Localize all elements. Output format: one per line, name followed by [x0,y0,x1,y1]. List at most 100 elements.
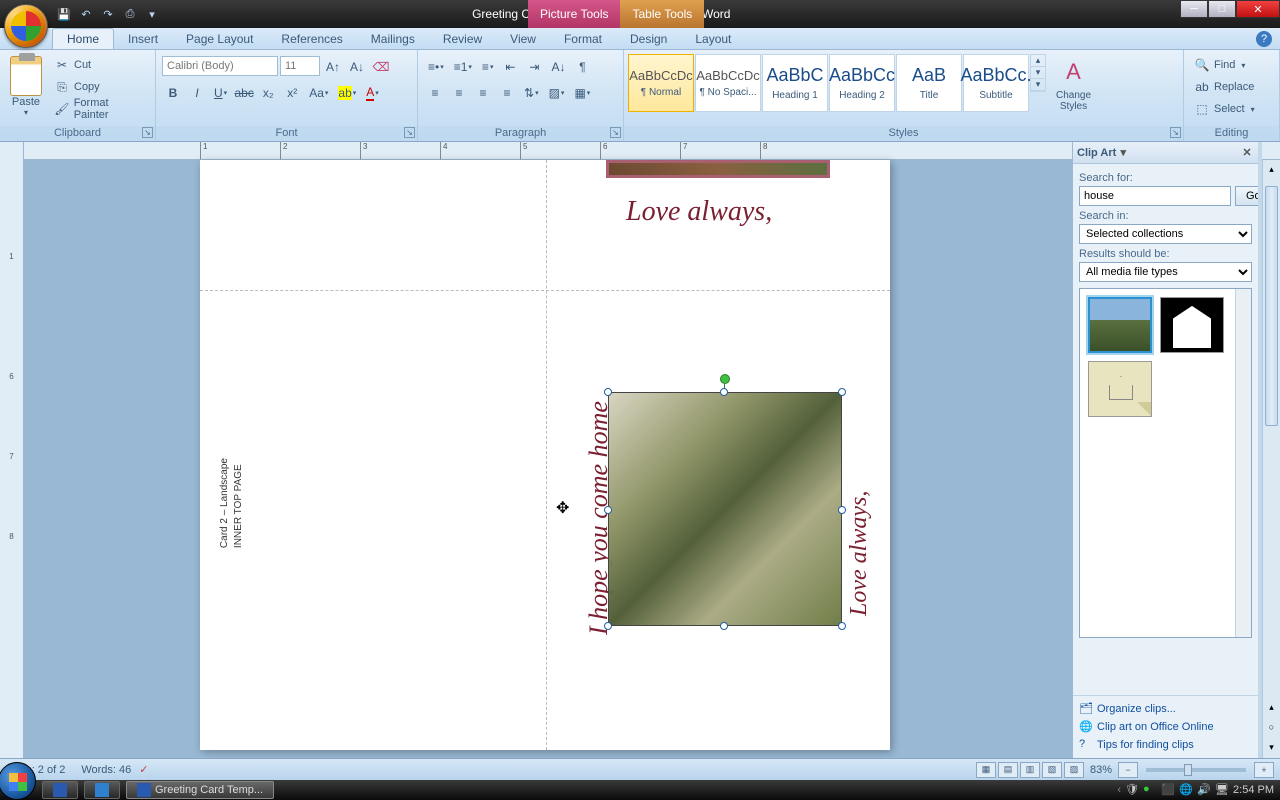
browse-object-icon[interactable]: ○ [1263,718,1280,736]
pane-menu-icon[interactable]: ▾ [1116,146,1130,159]
zoom-slider[interactable] [1146,768,1246,772]
clipart-header[interactable]: Clip Art ▾ ✕ [1073,142,1258,164]
align-center-button[interactable]: ≡ [448,82,470,104]
tab-design[interactable]: Design [616,29,681,49]
view-outline-icon[interactable]: ▧ [1042,762,1062,778]
qat-redo-icon[interactable]: ↷ [98,4,118,24]
results-scrollbar[interactable] [1235,289,1251,637]
help-icon[interactable]: ? [1256,31,1272,47]
link-tips[interactable]: ?Tips for finding clips [1079,736,1252,754]
italic-button[interactable]: I [186,82,208,104]
font-color-button[interactable]: A▾ [362,82,383,104]
style-item[interactable]: AaBbCcHeading 2 [829,54,895,112]
status-words[interactable]: Words: 46 [81,764,131,776]
clip-result-2[interactable] [1160,297,1224,353]
multilevel-button[interactable]: ≡▾ [478,56,498,78]
font-name-input[interactable] [162,56,278,76]
format-painter-button[interactable]: 🖌Format Painter [50,98,149,120]
context-tab-picture[interactable]: Picture Tools [528,0,620,28]
outdent-button[interactable]: ⇤ [499,56,521,78]
superscript-button[interactable]: x² [281,82,303,104]
bullets-button[interactable]: ≡•▾ [424,56,448,78]
bold-button[interactable]: B [162,82,184,104]
qat-save-icon[interactable]: 💾 [54,4,74,24]
zoom-out-button[interactable]: − [1118,762,1138,778]
cut-button[interactable]: ✂Cut [50,54,149,76]
styles-launcher[interactable]: ↘ [1170,127,1181,138]
style-item[interactable]: AaBbCc.Subtitle [963,54,1029,112]
replace-button[interactable]: abReplace [1190,76,1258,98]
tray-icon-2[interactable]: ● [1143,783,1157,797]
close-button[interactable]: ✕ [1236,0,1280,18]
handle-s[interactable] [720,622,728,630]
highlight-button[interactable]: ab▾ [334,82,360,104]
taskbar-launcher-2[interactable] [84,781,120,799]
tab-layout[interactable]: Layout [681,29,745,49]
zoom-in-button[interactable]: + [1254,762,1274,778]
view-web-icon[interactable]: ▥ [1020,762,1040,778]
zoom-thumb[interactable] [1184,764,1192,776]
search-in-select[interactable]: Selected collections [1079,224,1252,244]
tray-icon-5[interactable]: 🔊 [1197,783,1211,797]
handle-nw[interactable] [604,388,612,396]
sort-button[interactable]: A↓ [547,56,569,78]
tray-icon-6[interactable]: 🖥 [1215,783,1229,797]
style-gallery[interactable]: AaBbCcDc¶ NormalAaBbCcDc¶ No Spaci...AaB… [628,54,1030,112]
qat-undo-icon[interactable]: ↶ [76,4,96,24]
handle-e[interactable] [838,506,846,514]
tab-references[interactable]: References [267,29,356,49]
scroll-up-icon[interactable]: ▴ [1263,160,1280,178]
show-marks-button[interactable]: ¶ [571,56,593,78]
underline-button[interactable]: U▾ [210,82,231,104]
tab-pagelayout[interactable]: Page Layout [172,29,267,49]
search-for-input[interactable] [1079,186,1231,206]
tray-icon-4[interactable]: 🌐 [1179,783,1193,797]
style-item[interactable]: AaBTitle [896,54,962,112]
subscript-button[interactable]: x₂ [257,82,279,104]
document-scroll[interactable]: 12345678 Love always, Card 2 – Landscape… [24,142,1280,758]
find-button[interactable]: 🔍Find▾ [1190,54,1249,76]
tab-review[interactable]: Review [429,29,496,49]
clipboard-launcher[interactable]: ↘ [142,127,153,138]
tab-format[interactable]: Format [550,29,616,49]
view-draft-icon[interactable]: ▨ [1064,762,1084,778]
borders-button[interactable]: ▦▾ [570,82,594,104]
change-styles-button[interactable]: A Change Styles [1052,54,1095,114]
handle-n[interactable] [720,388,728,396]
tray-icon-1[interactable]: 🛡 [1125,783,1139,797]
copy-button[interactable]: ⎘Copy [50,76,149,98]
handle-ne[interactable] [838,388,846,396]
proofing-icon[interactable]: ✓ [139,763,148,776]
font-launcher[interactable]: ↘ [404,127,415,138]
context-tab-table[interactable]: Table Tools [620,0,704,28]
tray-time[interactable]: 2:54 PM [1233,784,1274,796]
vertical-ruler[interactable]: 1678 [0,142,24,758]
indent-button[interactable]: ⇥ [523,56,545,78]
gallery-scroll[interactable]: ▴ ▾ ▾ [1030,54,1046,92]
gallery-up-icon[interactable]: ▴ [1031,55,1045,67]
paragraph-launcher[interactable]: ↘ [610,127,621,138]
pane-close-icon[interactable]: ✕ [1240,146,1254,159]
clear-format-icon[interactable]: ⌫ [370,56,392,78]
rotate-handle[interactable] [720,374,730,384]
tray-icon-3[interactable]: ⬛ [1161,783,1175,797]
maximize-button[interactable]: □ [1208,0,1236,18]
start-button[interactable] [0,762,36,800]
handle-w[interactable] [604,506,612,514]
style-item[interactable]: AaBbCHeading 1 [762,54,828,112]
view-fullscreen-icon[interactable]: ▤ [998,762,1018,778]
tab-home[interactable]: Home [52,28,114,49]
document-page[interactable]: Love always, Card 2 – Landscape INNER TO… [200,160,890,750]
vertical-scrollbar[interactable]: ▴ ▾ [1262,160,1280,738]
justify-button[interactable]: ≡ [496,82,518,104]
tab-view[interactable]: View [496,29,550,49]
gallery-more-icon[interactable]: ▾ [1031,79,1045,91]
results-select[interactable]: All media file types [1079,262,1252,282]
next-page-icon[interactable]: ▾ [1263,738,1280,756]
paste-button[interactable]: Paste ▾ [6,54,46,119]
handle-sw[interactable] [604,622,612,630]
tab-mailings[interactable]: Mailings [357,29,429,49]
gallery-down-icon[interactable]: ▾ [1031,67,1045,79]
clip-result-3[interactable] [1088,361,1152,417]
grow-font-icon[interactable]: A↑ [322,56,344,78]
